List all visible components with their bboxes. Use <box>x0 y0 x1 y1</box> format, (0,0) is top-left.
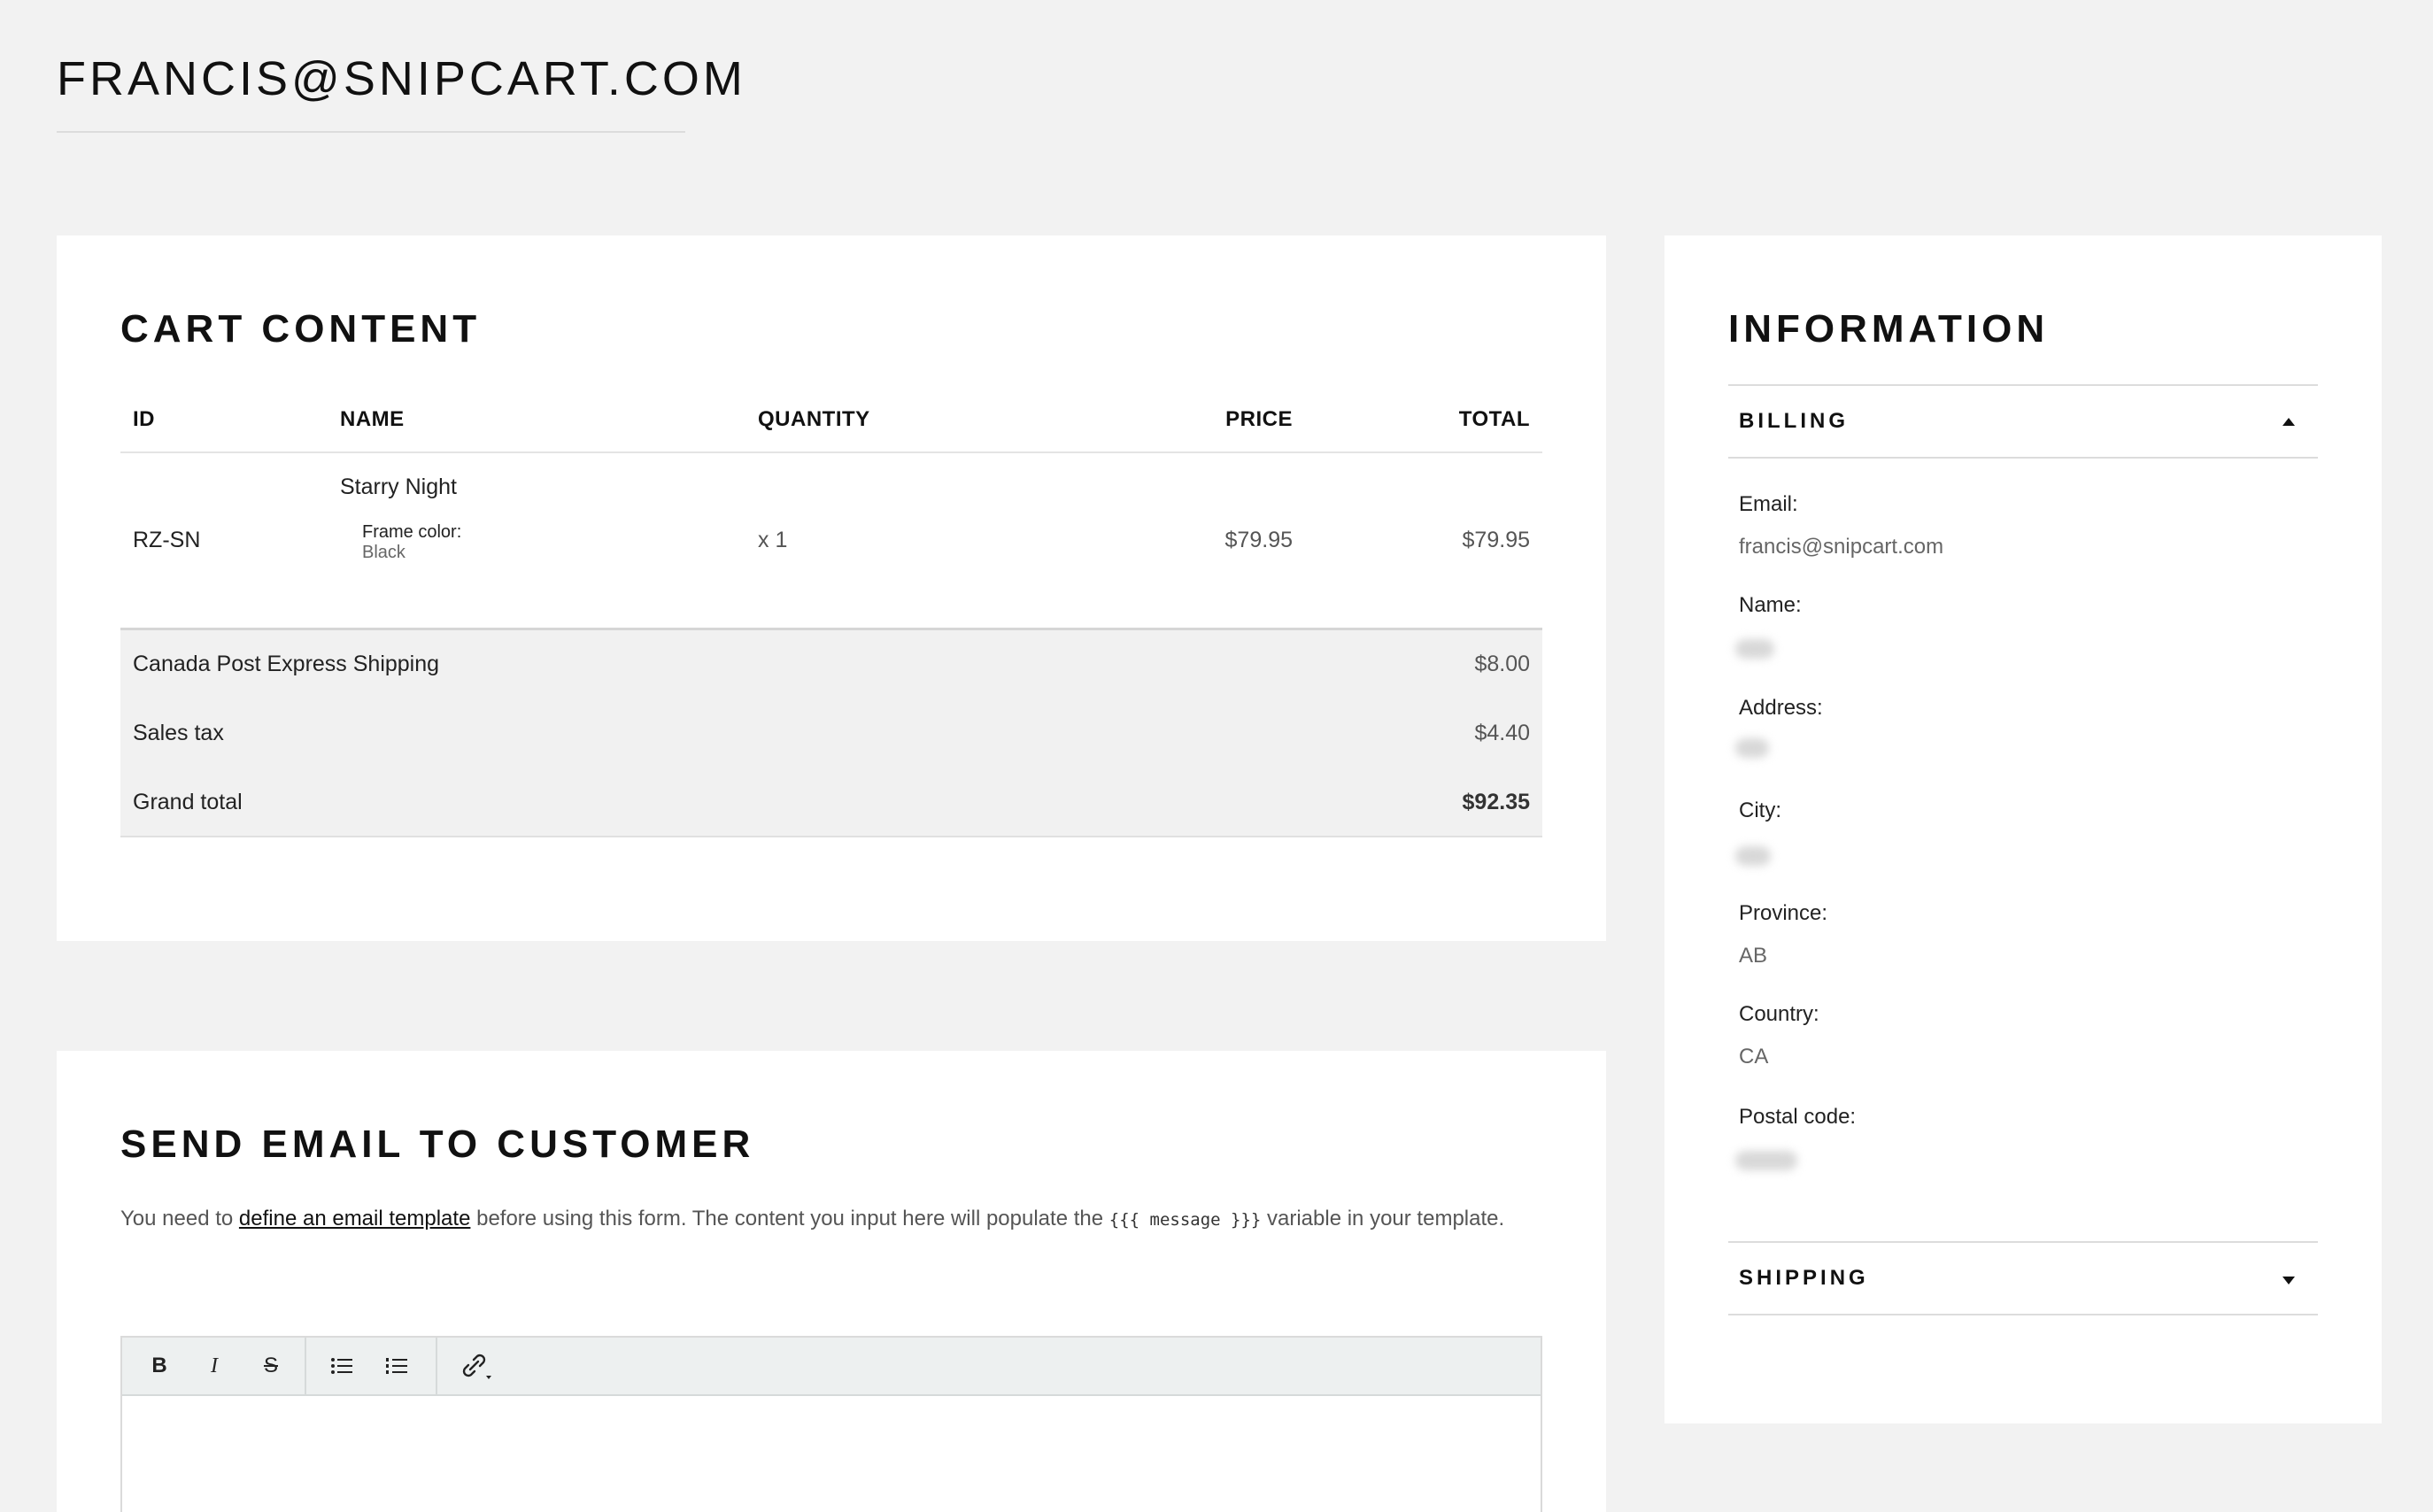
billing-address-label: Address: <box>1739 696 1823 720</box>
billing-postal-code-value-redacted <box>1735 1151 1797 1170</box>
cart-content-title: CART CONTENT <box>120 307 482 351</box>
item-quantity: x 1 <box>758 528 788 552</box>
billing-province-value: AB <box>1739 944 1768 968</box>
grand-total-value: $92.35 <box>1462 790 1530 814</box>
shipping-accordion-header[interactable]: SHIPPING <box>1728 1241 2318 1315</box>
tax-label: Sales tax <box>133 721 224 745</box>
billing-city-value-redacted <box>1735 846 1771 866</box>
email-desc-middle: before using this form. The content you … <box>470 1207 1109 1230</box>
tax-value: $4.40 <box>1474 721 1530 745</box>
billing-accordion-header[interactable]: BILLING <box>1728 384 2318 459</box>
billing-postal-code-label: Postal code: <box>1739 1105 1857 1129</box>
page-title: FRANCIS@SNIPCART.COM <box>57 52 746 105</box>
cart-table: ID NAME QUANTITY PRICE TOTAL RZ-SN Starr… <box>120 384 1542 837</box>
billing-city-label: City: <box>1739 798 1781 822</box>
table-header-row: ID NAME QUANTITY PRICE TOTAL <box>120 384 1542 453</box>
column-header-id: ID <box>133 407 155 431</box>
bold-icon[interactable]: B <box>142 1350 177 1382</box>
message-variable-code: {{{ message }}} <box>1108 1210 1262 1230</box>
shipping-summary-row: Canada Post Express Shipping $8.00 <box>120 630 1542 699</box>
item-price: $79.95 <box>1224 528 1293 552</box>
column-header-total: TOTAL <box>1458 407 1530 431</box>
grand-total-label: Grand total <box>133 790 243 814</box>
email-desc-after: variable in your template. <box>1261 1207 1505 1230</box>
shipping-title: SHIPPING <box>1739 1266 1869 1290</box>
italic-icon[interactable]: I <box>197 1350 232 1382</box>
define-email-template-link[interactable]: define an email template <box>239 1207 471 1230</box>
caret-down-icon <box>2282 1277 2295 1284</box>
information-card: INFORMATION BILLING Email: francis@snipc… <box>1664 235 2382 1423</box>
strikethrough-icon[interactable]: S <box>253 1350 289 1382</box>
email-editor: B I S <box>120 1336 1542 1512</box>
billing-name-value-redacted <box>1735 639 1774 659</box>
item-option-label: Frame color: <box>362 522 462 542</box>
billing-title: BILLING <box>1739 409 1849 433</box>
billing-name-label: Name: <box>1739 593 1802 617</box>
item-name: Starry Night <box>340 474 457 499</box>
column-header-quantity: QUANTITY <box>758 407 870 431</box>
link-icon-svg <box>462 1354 491 1379</box>
caret-up-icon <box>2282 418 2295 426</box>
billing-province-label: Province: <box>1739 901 1828 925</box>
cart-content-card: CART CONTENT ID NAME QUANTITY PRICE TOTA… <box>57 235 1606 941</box>
billing-email-label: Email: <box>1739 492 1798 516</box>
bullet-list-icon[interactable] <box>324 1350 359 1382</box>
billing-country-value: CA <box>1739 1045 1769 1068</box>
bullet-list-icon-svg <box>331 1358 352 1374</box>
numbered-list-icon[interactable] <box>379 1350 414 1382</box>
link-icon[interactable] <box>457 1350 501 1382</box>
grand-total-row: Grand total $92.35 <box>120 768 1542 837</box>
billing-address-value-redacted <box>1735 738 1769 758</box>
send-email-title: SEND EMAIL TO CUSTOMER <box>120 1122 755 1166</box>
shipping-value: $8.00 <box>1474 652 1530 676</box>
item-total: $79.95 <box>1462 528 1530 552</box>
billing-country-label: Country: <box>1739 1002 1819 1026</box>
billing-email-value: francis@snipcart.com <box>1739 535 1944 559</box>
shipping-label: Canada Post Express Shipping <box>133 652 440 676</box>
numbered-list-icon-svg <box>386 1358 407 1374</box>
email-description: You need to define an email template bef… <box>120 1200 1555 1239</box>
page-header: FRANCIS@SNIPCART.COM <box>57 52 746 133</box>
send-email-card: SEND EMAIL TO CUSTOMER You need to defin… <box>57 1051 1606 1512</box>
item-option-value: Black <box>362 543 406 562</box>
tax-summary-row: Sales tax $4.40 <box>120 699 1542 768</box>
toolbar-divider <box>305 1338 306 1394</box>
editor-toolbar: B I S <box>122 1338 1541 1396</box>
table-row: RZ-SN Starry Night Frame color: Black x … <box>120 453 1542 630</box>
item-id: RZ-SN <box>133 528 201 552</box>
information-title: INFORMATION <box>1728 307 2050 351</box>
email-desc-before: You need to <box>120 1207 239 1230</box>
toolbar-divider <box>436 1338 437 1394</box>
column-header-name: NAME <box>340 407 405 431</box>
column-header-price: PRICE <box>1225 407 1293 431</box>
